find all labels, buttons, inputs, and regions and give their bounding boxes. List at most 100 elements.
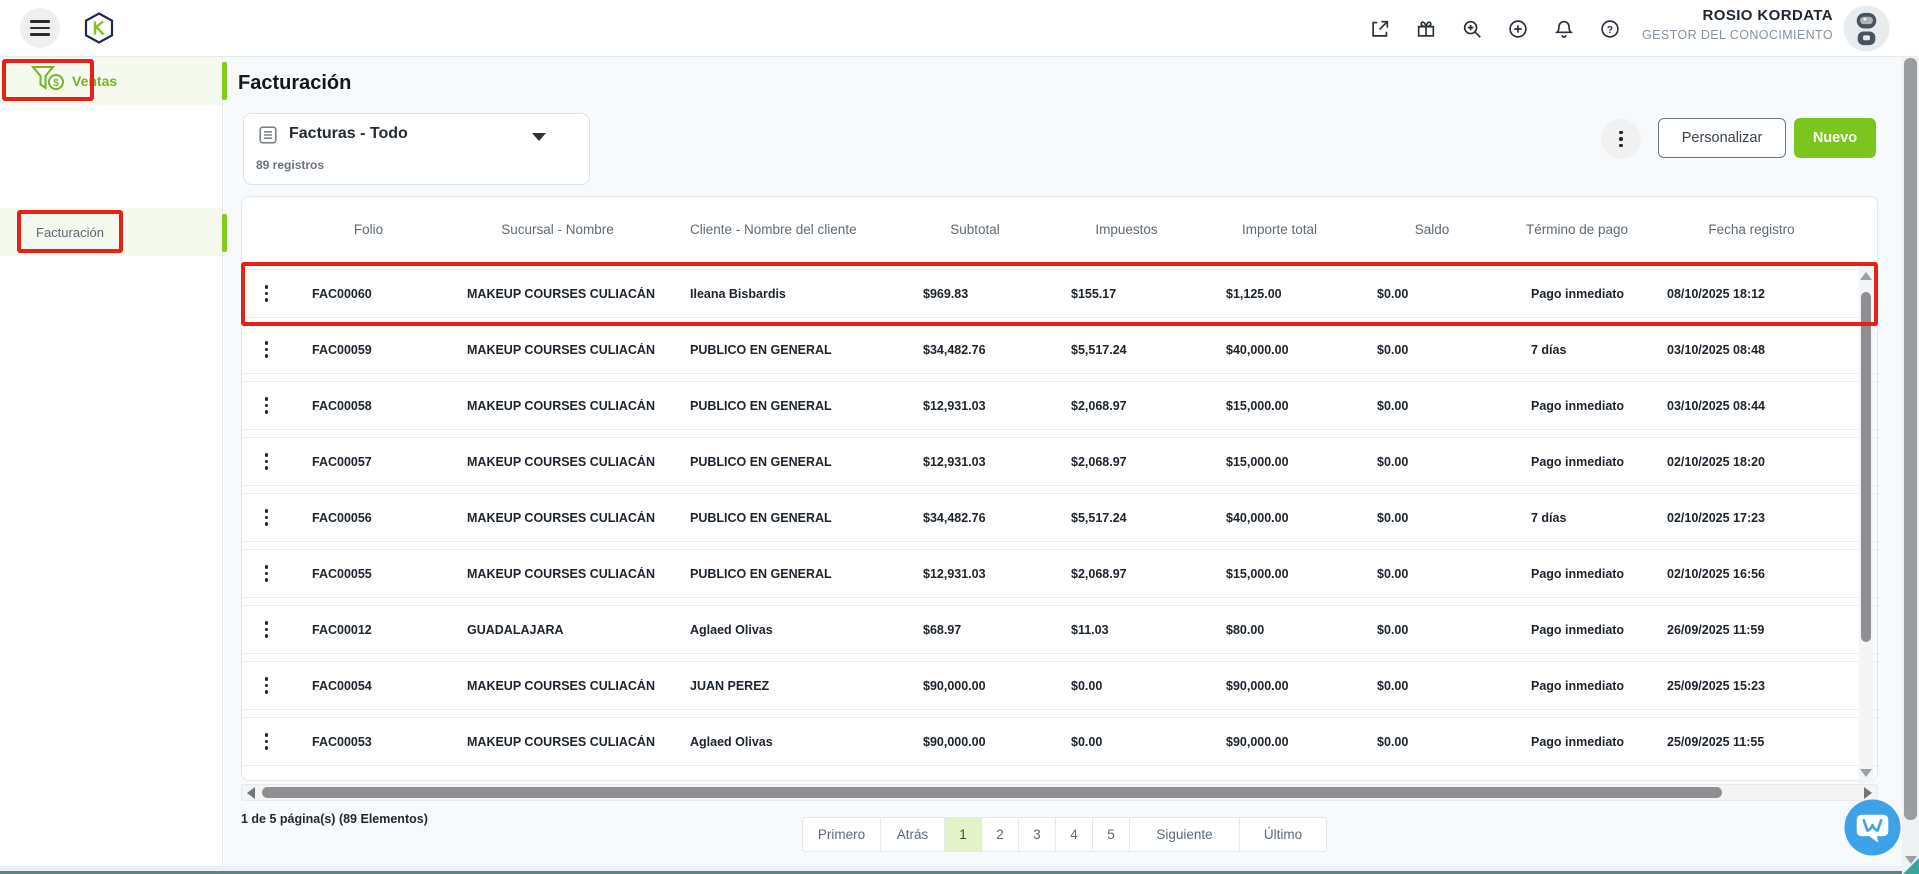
help-icon[interactable]: ? (1599, 18, 1621, 40)
cell-impuestos: $0.00 (1049, 735, 1204, 749)
browser-scrollbar-thumb[interactable] (1904, 58, 1917, 820)
add-circle-icon[interactable] (1507, 18, 1529, 40)
gift-icon[interactable] (1415, 18, 1437, 40)
cell-impuestos: $11.03 (1049, 623, 1204, 637)
cell-fecha: 02/10/2025 17:23 (1645, 511, 1858, 525)
cell-folio: FAC00060 (291, 287, 446, 301)
pagination-first-button[interactable]: Primero (803, 818, 881, 851)
personalizar-button[interactable]: Personalizar (1658, 118, 1786, 158)
pagination-prev-button[interactable]: Atrás (881, 818, 945, 851)
cell-saldo: $0.00 (1355, 399, 1509, 413)
cell-impuestos: $5,517.24 (1049, 343, 1204, 357)
table-vertical-scrollbar-thumb[interactable] (1861, 292, 1871, 642)
cell-sucursal: MAKEUP COURSES CULIACÁN (446, 735, 669, 749)
scroll-right-arrow-icon[interactable] (1864, 787, 1872, 799)
cell-folio: FAC00055 (291, 567, 446, 581)
row-actions-kebab-icon[interactable] (242, 397, 291, 414)
nuevo-button[interactable]: Nuevo (1794, 118, 1876, 158)
table-row[interactable]: FAC00060 MAKEUP COURSES CULIACÁN Ileana … (242, 269, 1877, 318)
pagination-page-2[interactable]: 2 (982, 818, 1019, 851)
svg-text:$: $ (53, 78, 59, 89)
scroll-left-arrow-icon[interactable] (247, 787, 255, 799)
cell-subtotal: $969.83 (901, 287, 1049, 301)
user-info[interactable]: ROSIO KORDATA GESTOR DEL CONOCIMIENTO (1642, 7, 1833, 42)
scroll-up-arrow-icon[interactable] (1860, 272, 1872, 280)
cell-termino: Pago inmediato (1509, 735, 1645, 749)
cell-fecha: 02/10/2025 16:56 (1645, 567, 1858, 581)
scroll-down-arrow-icon[interactable] (1860, 769, 1872, 777)
column-header-impuestos[interactable]: Impuestos (1049, 220, 1204, 240)
pagination-page-3[interactable]: 3 (1019, 818, 1056, 851)
cell-importe-total: $90,000.00 (1204, 735, 1355, 749)
cell-saldo: $0.00 (1355, 343, 1509, 357)
column-header-termino-de-pago[interactable]: Término de pago (1509, 220, 1645, 240)
table-row[interactable]: FAC00053 MAKEUP COURSES CULIACÁN Aglaed … (242, 717, 1877, 766)
row-actions-kebab-icon[interactable] (242, 509, 291, 526)
row-actions-kebab-icon[interactable] (242, 733, 291, 750)
more-options-button[interactable] (1601, 119, 1641, 159)
column-header-cliente[interactable]: Cliente - Nombre del cliente (669, 220, 901, 240)
column-header-saldo[interactable]: Saldo (1355, 220, 1509, 240)
cell-subtotal: $90,000.00 (901, 735, 1049, 749)
table-row[interactable]: FAC00058 MAKEUP COURSES CULIACÁN PUBLICO… (242, 381, 1877, 430)
cell-importe-total: $80.00 (1204, 623, 1355, 637)
table-row[interactable]: FAC00055 MAKEUP COURSES CULIACÁN PUBLICO… (242, 549, 1877, 598)
table-row[interactable]: FAC00056 MAKEUP COURSES CULIACÁN PUBLICO… (242, 493, 1877, 542)
row-actions-kebab-icon[interactable] (242, 453, 291, 470)
table-header-row: Folio Sucursal - Nombre Cliente - Nombre… (242, 197, 1877, 263)
cell-importe-total: $15,000.00 (1204, 567, 1355, 581)
chat-widget-button[interactable] (1844, 799, 1901, 856)
cell-subtotal: $12,931.03 (901, 567, 1049, 581)
column-header-importe-total[interactable]: Importe total (1204, 220, 1355, 240)
pagination-page-4[interactable]: 4 (1056, 818, 1093, 851)
pagination-summary: 1 de 5 página(s) (89 Elementos) (241, 812, 428, 826)
row-actions-kebab-icon[interactable] (242, 341, 291, 358)
column-header-sucursal[interactable]: Sucursal - Nombre (446, 220, 669, 240)
user-name: ROSIO KORDATA (1642, 7, 1833, 24)
search-icon[interactable] (1461, 18, 1483, 40)
external-link-icon[interactable] (1369, 18, 1391, 40)
column-header-subtotal[interactable]: Subtotal (901, 220, 1049, 240)
cell-subtotal: $12,931.03 (901, 455, 1049, 469)
cell-cliente: PUBLICO EN GENERAL (669, 343, 901, 357)
avatar[interactable] (1843, 5, 1890, 52)
hamburger-menu-icon[interactable] (20, 8, 60, 48)
cell-folio: FAC00059 (291, 343, 446, 357)
cell-fecha: 03/10/2025 08:48 (1645, 343, 1858, 357)
column-header-fecha-registro[interactable]: Fecha registro (1645, 220, 1858, 240)
row-actions-kebab-icon[interactable] (242, 621, 291, 638)
chevron-down-icon (532, 133, 546, 141)
cell-importe-total: $40,000.00 (1204, 511, 1355, 525)
sidebar-item-facturacion[interactable]: Facturación (36, 223, 206, 243)
column-header-folio[interactable]: Folio (291, 220, 446, 240)
table-horizontal-scrollbar[interactable] (241, 784, 1878, 801)
table-row[interactable]: FAC00059 MAKEUP COURSES CULIACÁN PUBLICO… (242, 325, 1877, 374)
pagination-next-button[interactable]: Siguiente (1130, 818, 1240, 851)
cell-fecha: 08/10/2025 18:12 (1645, 287, 1858, 301)
cell-impuestos: $0.00 (1049, 679, 1204, 693)
row-actions-kebab-icon[interactable] (242, 285, 291, 302)
cell-termino: Pago inmediato (1509, 679, 1645, 693)
row-actions-kebab-icon[interactable] (242, 677, 291, 694)
cell-impuestos: $155.17 (1049, 287, 1204, 301)
svg-text:?: ? (1607, 25, 1613, 36)
table-row[interactable]: FAC00054 MAKEUP COURSES CULIACÁN JUAN PE… (242, 661, 1877, 710)
cell-saldo: $0.00 (1355, 567, 1509, 581)
pagination-page-5[interactable]: 5 (1093, 818, 1130, 851)
table-row[interactable]: FAC00057 MAKEUP COURSES CULIACÁN PUBLICO… (242, 437, 1877, 486)
view-selector[interactable]: Facturas - Todo 89 registros (243, 113, 590, 185)
cell-saldo: $0.00 (1355, 623, 1509, 637)
app-logo-icon (84, 12, 114, 49)
table-horizontal-scrollbar-thumb[interactable] (262, 787, 1722, 798)
cell-sucursal: MAKEUP COURSES CULIACÁN (446, 287, 669, 301)
browser-vertical-scrollbar[interactable] (1902, 57, 1919, 874)
pagination-page-1[interactable]: 1 (945, 818, 982, 851)
pagination-last-button[interactable]: Último (1240, 818, 1326, 851)
cell-impuestos: $2,068.97 (1049, 567, 1204, 581)
table-row[interactable]: FAC00012 GUADALAJARA Aglaed Olivas $68.9… (242, 605, 1877, 654)
page-title: Facturación (238, 72, 351, 95)
row-actions-kebab-icon[interactable] (242, 565, 291, 582)
invoices-table: Folio Sucursal - Nombre Cliente - Nombre… (241, 196, 1878, 781)
notifications-bell-icon[interactable] (1553, 18, 1575, 40)
cell-folio: FAC00012 (291, 623, 446, 637)
